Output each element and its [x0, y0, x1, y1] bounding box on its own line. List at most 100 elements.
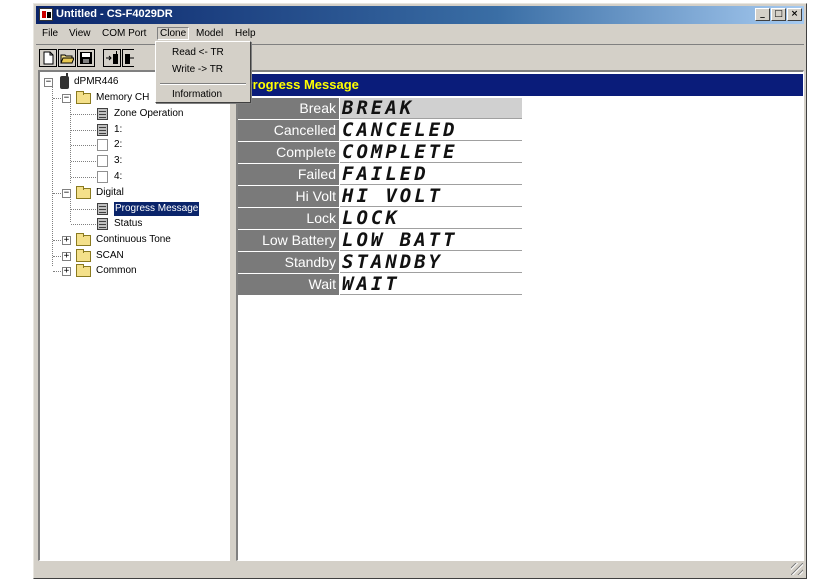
tree-connector: [53, 240, 61, 241]
folder-icon: [76, 264, 91, 277]
message-value-field[interactable]: LOW BATT: [340, 230, 522, 251]
menu-file[interactable]: File: [39, 27, 61, 40]
document-icon: [97, 108, 108, 120]
menu-read-from-tr[interactable]: Read <- TR: [172, 47, 224, 58]
panel-title: Progress Message: [238, 74, 803, 96]
message-label: Lock: [238, 208, 339, 229]
tree-connector: [53, 193, 61, 194]
tree-label: Digital: [96, 187, 124, 198]
folder-icon: [76, 249, 91, 262]
tree-item-channel-4[interactable]: 4:: [40, 170, 228, 184]
menu-bar: File View COM Port Clone Model Help: [36, 25, 804, 43]
tree-connector: [71, 224, 96, 225]
tree-label: 3:: [114, 155, 123, 166]
message-label: Failed: [238, 164, 339, 185]
tree-item-channel-2[interactable]: 2:: [40, 138, 228, 152]
empty-channel-icon: [97, 139, 108, 151]
app-window: Untitled - CS-F4029DR _ □ × File View CO…: [33, 3, 807, 579]
tree-label: Continuous Tone: [96, 234, 171, 245]
clone-dropdown-menu: Read <- TR Write -> TR Information: [155, 41, 251, 103]
open-button[interactable]: [58, 49, 76, 67]
menu-model[interactable]: Model: [193, 27, 226, 40]
message-value-field[interactable]: HI VOLT: [340, 186, 522, 207]
tree-item-common[interactable]: + Common: [40, 264, 228, 278]
message-label: Low Battery: [238, 230, 339, 251]
read-radio-icon: [106, 51, 118, 64]
tree-label: SCAN: [96, 250, 124, 261]
maximize-button[interactable]: □: [771, 8, 786, 21]
tree-connector: [71, 177, 96, 178]
toolbar: [36, 44, 804, 70]
tree-view[interactable]: − dPMR446 − Memory CH Zone Operation 1: …: [38, 70, 230, 561]
tree-label-selected: Progress Message: [114, 202, 200, 216]
empty-channel-icon: [97, 171, 108, 183]
tree-label: 1:: [114, 124, 123, 135]
title-bar[interactable]: Untitled - CS-F4029DR _ □ ×: [36, 6, 804, 24]
tree-connector: [71, 161, 96, 162]
tree-connector: [71, 209, 96, 210]
tree-item-status[interactable]: Status: [40, 217, 228, 231]
folder-icon: [76, 233, 91, 246]
maximize-icon: □: [774, 9, 783, 19]
menu-information[interactable]: Information: [172, 89, 222, 100]
message-label: Cancelled: [238, 120, 339, 141]
write-radio-icon: [125, 54, 134, 64]
tree-label: Zone Operation: [114, 108, 184, 119]
message-value-field[interactable]: LOCK: [340, 208, 522, 229]
tree-connector: [53, 271, 61, 272]
message-value-field[interactable]: WAIT: [340, 274, 522, 295]
document-icon: [97, 218, 108, 230]
close-icon: ×: [790, 9, 799, 19]
tree-label: Common: [96, 265, 137, 276]
tree-label: Memory CH: [96, 92, 150, 103]
save-button[interactable]: [77, 49, 95, 67]
expand-icon[interactable]: +: [62, 267, 71, 276]
message-value-field[interactable]: COMPLETE: [340, 142, 522, 163]
new-button[interactable]: [39, 49, 57, 67]
minimize-button[interactable]: _: [755, 8, 770, 21]
status-bar: [36, 561, 804, 576]
new-file-icon: [43, 51, 54, 65]
menu-clone[interactable]: Clone: [157, 27, 190, 40]
pane-splitter[interactable]: [231, 70, 235, 561]
message-label: Break: [238, 98, 339, 119]
collapse-icon[interactable]: −: [62, 189, 71, 198]
tree-label: 2:: [114, 139, 123, 150]
write-to-radio-button[interactable]: [122, 49, 134, 67]
document-icon: [97, 124, 108, 136]
tree-item-progress-message[interactable]: Progress Message: [40, 202, 228, 216]
message-value-field[interactable]: CANCELED: [340, 120, 522, 141]
document-icon: [97, 203, 108, 215]
message-label: Standby: [238, 252, 339, 273]
tree-label: Status: [114, 218, 143, 229]
menu-help[interactable]: Help: [232, 27, 259, 40]
tree-item-digital[interactable]: − Digital: [40, 186, 228, 200]
menu-com-port[interactable]: COM Port: [99, 27, 149, 40]
tree-item-channel-3[interactable]: 3:: [40, 154, 228, 168]
tree-label: 4:: [114, 171, 123, 182]
close-button[interactable]: ×: [787, 8, 802, 21]
message-value-field[interactable]: STANDBY: [340, 252, 522, 273]
save-icon: [80, 52, 92, 64]
folder-open-icon: [76, 91, 91, 104]
message-value-field[interactable]: FAILED: [340, 164, 522, 185]
expand-icon[interactable]: +: [62, 236, 71, 245]
collapse-icon[interactable]: −: [44, 78, 53, 87]
menu-view[interactable]: View: [66, 27, 94, 40]
window-title: Untitled - CS-F4029DR: [56, 8, 173, 20]
tree-item-scan[interactable]: + SCAN: [40, 249, 228, 263]
radio-icon: [60, 73, 69, 89]
tree-item-zone-operation[interactable]: Zone Operation: [40, 107, 228, 121]
message-value-field[interactable]: BREAK: [340, 98, 522, 119]
tree-connector: [71, 130, 96, 131]
app-icon[interactable]: [39, 8, 53, 21]
tree-item-channel-1[interactable]: 1:: [40, 123, 228, 137]
expand-icon[interactable]: +: [62, 252, 71, 261]
resize-grip-icon[interactable]: [791, 563, 803, 575]
tree-item-continuous-tone[interactable]: + Continuous Tone: [40, 233, 228, 247]
tree-label: dPMR446: [74, 76, 119, 87]
progress-message-panel: Progress Message Break BREAK Cancelled C…: [236, 70, 804, 561]
read-from-radio-button[interactable]: [103, 49, 121, 67]
collapse-icon[interactable]: −: [62, 94, 71, 103]
menu-write-to-tr[interactable]: Write -> TR: [172, 64, 223, 75]
